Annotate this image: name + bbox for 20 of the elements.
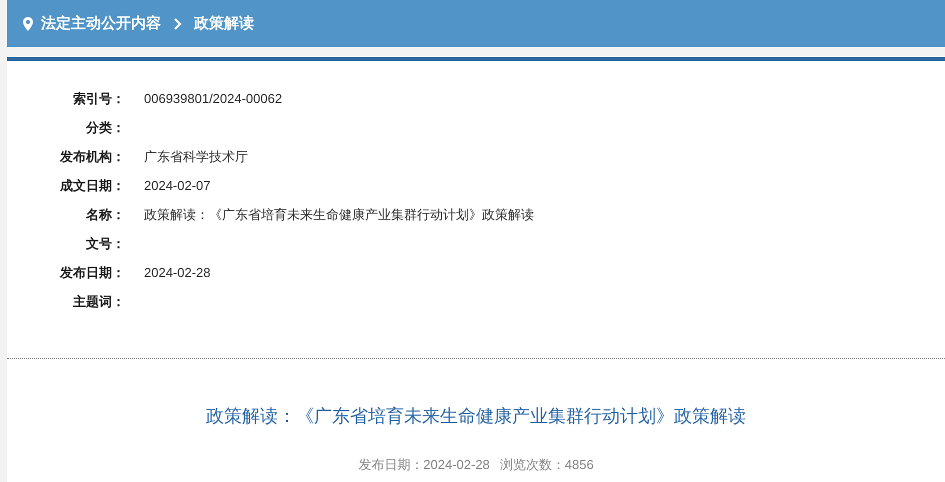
field-value: 2024-02-28 <box>144 265 210 280</box>
article-meta: 发布日期：2024-02-28 <box>358 456 490 474</box>
field-label: 主题词： <box>73 294 125 309</box>
field-label: 发布日期： <box>60 265 125 280</box>
field-value: 政策解读：《广东省培育未来生命健康产业集群行动计划》政策解读 <box>144 207 534 222</box>
field-value: 006939801/2024-00062 <box>144 91 282 106</box>
field-label: 名称： <box>86 207 125 222</box>
breadcrumb-link[interactable]: 政策解读 <box>194 14 254 33</box>
chevron-right-icon <box>173 18 182 30</box>
field-value: 广东省科学技术厅 <box>144 149 248 164</box>
field-label: 发布机构： <box>60 149 125 164</box>
field-value: 2024-02-07 <box>144 178 210 193</box>
article-meta: 浏览次数：4856 <box>500 456 594 474</box>
field-label: 成文日期： <box>60 178 125 193</box>
breadcrumb-link[interactable]: 法定主动公开内容 <box>41 14 161 33</box>
field-label: 文号： <box>86 236 125 251</box>
field-label: 分类： <box>86 120 125 135</box>
field-label: 索引号： <box>73 91 125 106</box>
location-pin-icon <box>23 16 33 30</box>
article-title: 政策解读：《广东省培育未来生命健康产业集群行动计划》政策解读 <box>206 406 746 426</box>
